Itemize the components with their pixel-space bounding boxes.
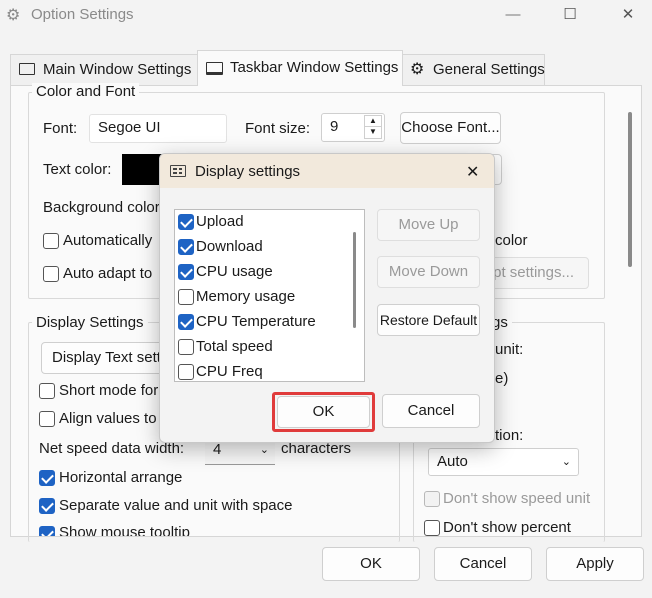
auto-adapt-checkbox[interactable] (43, 266, 59, 282)
dialog-title-bar: Display settings ✕ (160, 154, 494, 188)
show-tooltip-label: Show mouse tooltip (59, 524, 190, 536)
dialog-ok-button[interactable]: OK (277, 396, 370, 428)
list-item[interactable]: CPU Temperature (175, 310, 345, 335)
choose-font-button[interactable]: Choose Font... (400, 112, 501, 144)
tab-general-settings[interactable]: ⚙ General Settings (402, 54, 545, 86)
list-item[interactable]: Upload (175, 210, 345, 235)
cpu-temperature-checkbox[interactable] (178, 314, 194, 330)
e-label: e) (495, 370, 509, 387)
cpu-freq-checkbox[interactable] (178, 364, 194, 380)
display-text-settings-button[interactable]: Display Text setti (41, 342, 166, 374)
align-values-checkbox[interactable] (39, 411, 55, 427)
cancel-button[interactable]: Cancel (434, 547, 532, 581)
memory-usage-checkbox[interactable] (178, 289, 194, 305)
show-tooltip-checkbox[interactable] (39, 526, 55, 536)
close-button[interactable]: ✕ (613, 4, 643, 26)
monitor-icon (19, 63, 35, 75)
net-speed-width-value: 4 (213, 441, 222, 458)
spin-up-icon[interactable]: ▲ (364, 115, 382, 127)
text-color-swatch[interactable] (122, 154, 162, 185)
automatically-checkbox[interactable] (43, 233, 59, 249)
download-checkbox[interactable] (178, 239, 194, 255)
dont-show-speed-unit-label: Don't show speed unit (443, 490, 591, 507)
move-up-button[interactable]: Move Up (377, 209, 480, 241)
short-mode-checkbox[interactable] (39, 383, 55, 399)
font-size-label: Font size: (245, 120, 311, 137)
display-settings-group-label: Display Settings (32, 314, 148, 331)
display-items-list[interactable]: Upload Download CPU usage Memory usage C… (174, 209, 365, 382)
automatically-label: Automatically (63, 232, 153, 249)
gear-icon: ⚙ (410, 61, 425, 78)
tab-label: Taskbar Window Settings (230, 59, 399, 76)
dialog-cancel-button[interactable]: Cancel (382, 394, 480, 428)
dont-show-percent-checkbox[interactable] (424, 520, 440, 536)
tab-label: General Settings (433, 61, 545, 78)
list-item-label: CPU Freq (196, 363, 263, 380)
total-speed-checkbox[interactable] (178, 339, 194, 355)
align-values-label: Align values to (59, 410, 157, 427)
tab-taskbar-window-settings[interactable]: Taskbar Window Settings (197, 50, 403, 86)
list-item[interactable]: CPU usage (175, 260, 345, 285)
taskbar-icon (206, 62, 223, 75)
display-settings-icon (170, 165, 186, 177)
list-item[interactable]: Download (175, 235, 345, 260)
position-value: Auto (437, 453, 468, 470)
cpu-usage-checkbox[interactable] (178, 264, 194, 280)
list-item-label: Total speed (196, 338, 273, 355)
short-mode-label: Short mode for (59, 382, 159, 399)
apply-button[interactable]: Apply (546, 547, 644, 581)
chevron-down-icon: ⌄ (561, 456, 571, 468)
horizontal-arrange-checkbox[interactable] (39, 470, 55, 486)
ok-button[interactable]: OK (322, 547, 420, 581)
panel-scrollbar-thumb[interactable] (628, 112, 632, 267)
maximize-button[interactable]: ☐ (555, 4, 585, 26)
dont-show-speed-unit-checkbox[interactable] (424, 491, 440, 507)
list-item-label: Upload (196, 213, 244, 230)
list-scrollbar-thumb[interactable] (353, 232, 356, 328)
background-color-label: Background color (43, 199, 160, 216)
list-item-label: CPU Temperature (196, 313, 316, 330)
font-size-spinner[interactable]: ▲ ▼ (364, 115, 382, 140)
list-item[interactable]: Memory usage (175, 285, 345, 310)
separate-value-label: Separate value and unit with space (59, 497, 293, 514)
gear-icon: ⚙ (6, 7, 21, 24)
font-label: Font: (43, 120, 78, 137)
font-field[interactable]: Segoe UI (89, 114, 227, 143)
dont-show-percent-label: Don't show percent (443, 519, 571, 536)
dialog-close-button[interactable]: ✕ (466, 162, 479, 182)
tab-label: Main Window Settings (43, 61, 192, 78)
tab-main-window-settings[interactable]: Main Window Settings (10, 54, 198, 86)
window-title: Option Settings (31, 6, 134, 23)
list-item-label: Memory usage (196, 288, 296, 305)
separate-value-checkbox[interactable] (39, 498, 55, 514)
list-item-label: CPU usage (196, 263, 273, 280)
auto-adapt-label: Auto adapt to (63, 265, 153, 282)
clip-region: Show mouse tooltip (30, 520, 400, 536)
position-select[interactable]: Auto ⌄ (428, 448, 579, 476)
move-down-button[interactable]: Move Down (377, 256, 480, 288)
upload-checkbox[interactable] (178, 214, 194, 230)
minimize-button[interactable]: — (498, 4, 528, 26)
list-item[interactable]: Total speed (175, 335, 345, 360)
spin-down-icon[interactable]: ▼ (364, 127, 382, 139)
display-settings-dialog: Display settings ✕ Upload Download CPU u… (159, 153, 495, 443)
restore-default-button[interactable]: Restore Default (377, 304, 480, 336)
text-color-label: Text color: (43, 161, 112, 178)
horizontal-arrange-label: Horizontal arrange (59, 469, 183, 486)
color-font-group-label: Color and Font (32, 83, 140, 100)
color-suffix-label: color (495, 232, 528, 249)
list-item-label: Download (196, 238, 263, 255)
tion-label: tion: (495, 427, 524, 444)
dialog-title: Display settings (195, 163, 301, 180)
adapt-settings-button[interactable]: pt settings... (480, 257, 589, 289)
unit-label: unit: (495, 341, 524, 358)
list-item[interactable]: CPU Freq (175, 360, 345, 381)
title-bar: ⚙ Option Settings — ☐ ✕ (0, 0, 652, 32)
